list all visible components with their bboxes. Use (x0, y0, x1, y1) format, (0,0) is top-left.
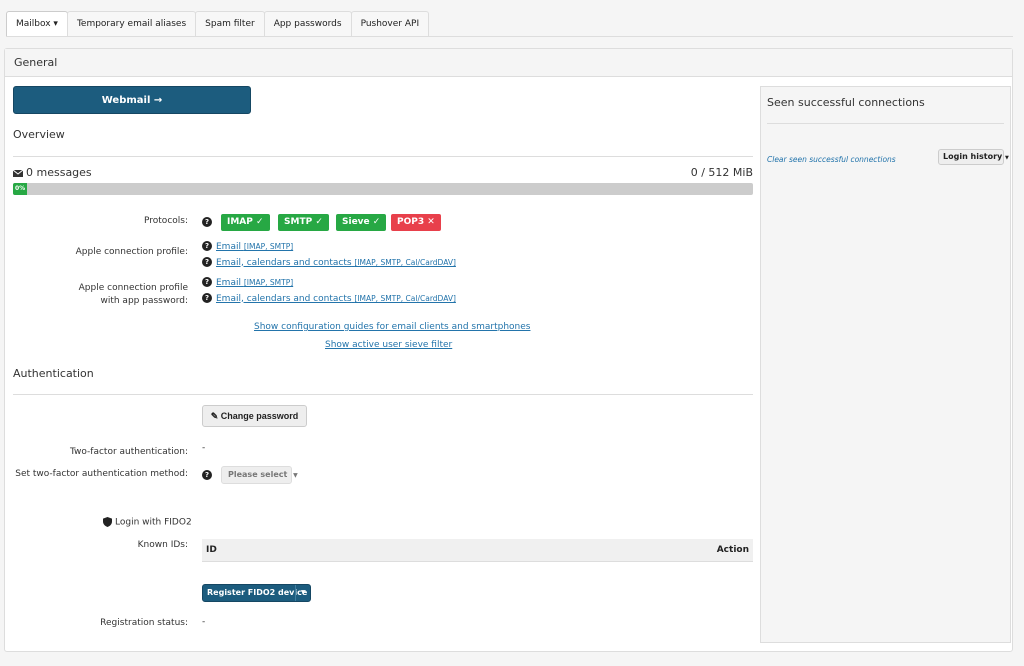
envelope-icon (13, 169, 23, 177)
quota-progress-bar: 0% (13, 183, 753, 195)
seen-connections-title: Seen successful connections (767, 96, 925, 109)
login-history-button[interactable]: Login history ▼ (938, 149, 1009, 165)
tfa-label: Two-factor authentication: (70, 447, 188, 457)
quota-text: 0 / 512 MiB (690, 166, 753, 179)
apple-profile-app-email-link[interactable]: Email [IMAP, SMTP] (216, 278, 293, 288)
tab-spam-filter[interactable]: Spam filter (195, 11, 265, 36)
apple-profile-app-email-row: ? Email [IMAP, SMTP] (202, 277, 293, 288)
authentication-title: Authentication (13, 367, 94, 380)
register-fido2-button[interactable]: Register FIDO2 device (203, 588, 307, 597)
table-col-id: ID (206, 545, 217, 555)
protocols-help-icon[interactable]: ? (202, 217, 212, 227)
protocol-smtp-badge: SMTP ✓ (278, 214, 329, 231)
tab-bar: Mailbox ▾ Temporary email aliases Spam f… (6, 11, 430, 37)
registration-status-label: Registration status: (100, 618, 188, 628)
tfa-value: - (202, 443, 206, 453)
split-divider (295, 585, 296, 601)
tab-mailbox[interactable]: Mailbox ▾ (6, 11, 68, 37)
tfa-method-select[interactable]: Please select ▼ (221, 466, 298, 484)
change-password-button[interactable]: ✎ Change password (202, 405, 307, 427)
help-icon[interactable]: ? (202, 241, 212, 251)
shield-icon (103, 517, 112, 527)
help-icon[interactable]: ? (202, 257, 212, 267)
authentication-divider (13, 394, 753, 395)
sieve-filter-link[interactable]: Show active user sieve filter (325, 340, 452, 350)
protocol-pop3-badge: POP3 ✕ (391, 214, 441, 231)
general-panel: General Webmail → Overview 0 messages 0 … (4, 48, 1013, 652)
tab-divider (6, 36, 1013, 37)
message-count-text: 0 messages (26, 166, 92, 179)
pencil-icon: ✎ (210, 410, 219, 421)
protocol-imap-badge: IMAP ✓ (221, 214, 270, 231)
apple-profile-full-link[interactable]: Email, calendars and contacts [IMAP, SMT… (216, 258, 456, 268)
tfa-method-label: Set two-factor authentication method: (15, 469, 188, 479)
seen-connections-panel: Seen successful connections Clear seen s… (760, 86, 1011, 643)
apple-profile-app-full-row: ? Email, calendars and contacts [IMAP, SM… (202, 293, 456, 304)
protocols-label: Protocols: (144, 216, 188, 226)
tab-app-passwords[interactable]: App passwords (263, 11, 352, 36)
apple-profile-email-link[interactable]: Email [IMAP, SMTP] (216, 242, 293, 252)
caret-down-icon: ▼ (1005, 155, 1009, 161)
protocol-sieve-badge: Sieve ✓ (336, 214, 387, 231)
fido2-label: Login with FIDO2 (103, 517, 192, 528)
tab-temporary-email-aliases[interactable]: Temporary email aliases (66, 11, 197, 36)
apple-profile-label: Apple connection profile: (75, 247, 188, 257)
known-ids-label: Known IDs: (137, 540, 188, 550)
help-icon[interactable]: ? (202, 277, 212, 287)
table-divider (202, 561, 753, 562)
overview-title: Overview (13, 128, 65, 141)
overview-divider (13, 156, 753, 157)
panel-title: General (5, 49, 1012, 77)
config-guides-link[interactable]: Show configuration guides for email clie… (254, 322, 530, 332)
apple-profile-app-label: Apple connection profile with app passwo… (78, 283, 188, 306)
register-fido2-button-group: Register FIDO2 device ▼ (202, 584, 311, 602)
seen-connections-divider (767, 123, 1004, 124)
caret-down-icon[interactable]: ▼ (301, 585, 306, 601)
clear-connections-link[interactable]: Clear seen successful connections (767, 155, 896, 164)
tab-pushover-api[interactable]: Pushover API (350, 11, 430, 36)
caret-down-icon: ▼ (293, 472, 298, 479)
apple-profile-full-row: ? Email, calendars and contacts [IMAP, SM… (202, 257, 456, 268)
tfa-method-help-icon[interactable]: ? (202, 470, 212, 480)
registration-status-value: - (202, 617, 206, 627)
apple-profile-email-row: ? Email [IMAP, SMTP] (202, 241, 293, 252)
known-ids-table-header: ID Action (202, 539, 753, 561)
webmail-button[interactable]: Webmail → (13, 86, 251, 114)
help-icon[interactable]: ? (202, 293, 212, 303)
apple-profile-app-full-link[interactable]: Email, calendars and contacts [IMAP, SMT… (216, 294, 456, 304)
table-col-action: Action (716, 545, 749, 555)
message-count: 0 messages (13, 166, 92, 179)
quota-progress-fill: 0% (13, 183, 27, 195)
